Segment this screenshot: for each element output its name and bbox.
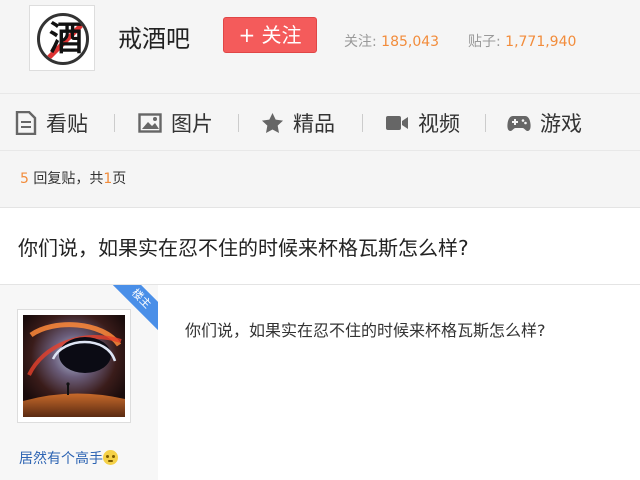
page-unit: 页 [112, 171, 127, 187]
star-icon [261, 112, 284, 134]
post-floor-1: 楼主 居然有个高手 你们说，如果实在忍不住的时候来杯格瓦斯怎么样? [0, 285, 640, 480]
avatar-image [23, 315, 125, 417]
posts-count: 1,771,940 [505, 34, 577, 50]
forum-logo-char: 酒 [49, 19, 83, 59]
document-icon [15, 111, 37, 135]
nav-label-images: 图片 [171, 112, 213, 136]
thread-title: 你们说，如果实在忍不住的时候来杯格瓦斯怎么样? [18, 236, 469, 260]
reply-summary: 5 回复贴，共1页 [20, 170, 126, 188]
nav-item-posts[interactable]: 看贴 [15, 94, 88, 152]
nav-item-featured[interactable]: 精品 [261, 94, 335, 152]
forum-logo-emblem: 酒 [37, 13, 89, 65]
nav-label-posts: 看贴 [46, 112, 88, 136]
followers-label: 关注: [344, 34, 377, 50]
avatar[interactable] [17, 309, 131, 423]
video-camera-icon [386, 116, 408, 130]
follow-button[interactable]: + 关注 [223, 17, 317, 53]
author-name-text: 居然有个高手 [19, 451, 103, 467]
nav-label-videos: 视频 [418, 112, 460, 136]
nav-label-games: 游戏 [540, 112, 582, 136]
reply-count: 5 [20, 171, 29, 187]
thread-title-bar: 你们说，如果实在忍不住的时候来杯格瓦斯怎么样? [0, 207, 640, 285]
gamepad-icon [507, 116, 531, 131]
forum-nav: 看贴 图片 精品 视频 游戏 [0, 93, 640, 151]
image-icon [138, 113, 162, 133]
forum-stats: 关注: 185,043 贴子: 1,771,940 [344, 33, 576, 51]
posts-label: 贴子: [467, 34, 501, 50]
nav-item-videos[interactable]: 视频 [385, 94, 460, 152]
post-content: 你们说，如果实在忍不住的时候来杯格瓦斯怎么样? [185, 321, 546, 340]
forum-header: 酒 戒酒吧 + 关注 关注: 185,043 贴子: 1,771,940 [0, 0, 640, 88]
flushed-face-emoji-icon [103, 450, 118, 465]
author-panel: 楼主 居然有个高手 [0, 285, 158, 480]
nav-item-images[interactable]: 图片 [138, 94, 213, 152]
forum-name[interactable]: 戒酒吧 [118, 24, 190, 54]
forum-logo[interactable]: 酒 [29, 5, 95, 71]
author-name[interactable]: 居然有个高手 [19, 450, 118, 468]
page-count: 1 [103, 171, 113, 187]
nav-label-featured: 精品 [293, 112, 335, 136]
nav-item-games[interactable]: 游戏 [507, 94, 582, 152]
reply-text: 回复贴，共 [33, 171, 104, 187]
followers-count: 185,043 [381, 34, 440, 50]
